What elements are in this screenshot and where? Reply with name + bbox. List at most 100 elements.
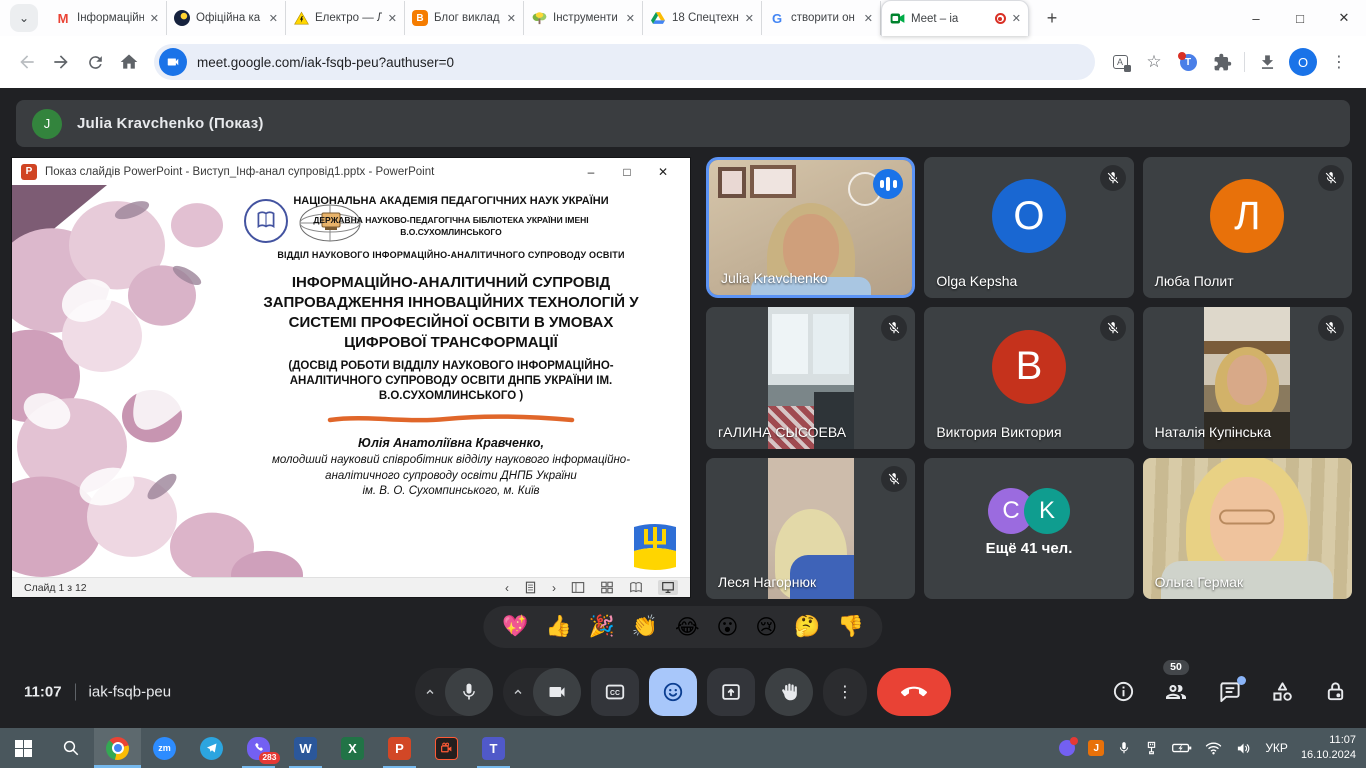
tray-wifi-icon[interactable] bbox=[1205, 741, 1222, 755]
participant-tile-natalia-kupinska[interactable]: Наталія Купінська bbox=[1143, 307, 1352, 448]
ppt-close-button[interactable]: ✕ bbox=[645, 165, 681, 179]
tab-search-button[interactable]: ⌄ bbox=[10, 4, 38, 32]
taskbar-excel-button[interactable]: X bbox=[329, 728, 376, 768]
tray-clock[interactable]: 11:07 16.10.2024 bbox=[1301, 733, 1356, 763]
participant-tile-viktoria[interactable]: В Виктория Виктория bbox=[924, 307, 1133, 448]
tab-close-icon[interactable]: ✕ bbox=[626, 12, 635, 25]
camera-split-button[interactable] bbox=[503, 668, 581, 716]
end-call-button[interactable] bbox=[877, 668, 951, 716]
tab-gmail[interactable]: M Інформаційн ✕ bbox=[48, 1, 167, 35]
slideshow-view-icon[interactable] bbox=[658, 580, 678, 595]
more-options-kebab-button[interactable]: ⋮ bbox=[823, 668, 867, 716]
bookmark-star-icon[interactable]: ☆ bbox=[1137, 45, 1171, 79]
notes-icon[interactable] bbox=[524, 581, 537, 594]
participant-tile-galina-sysoeva[interactable]: гАЛИНА СЫСОЕВА bbox=[706, 307, 915, 448]
reaction-thinking-button[interactable]: 🤔 bbox=[794, 615, 820, 639]
participant-tile-julia-kravchenko[interactable]: Julia Kravchenko bbox=[706, 157, 915, 298]
taskbar-viber-button[interactable]: 283 bbox=[235, 728, 282, 768]
camera-options-chevron-icon[interactable] bbox=[503, 668, 533, 716]
captions-button[interactable]: CC bbox=[591, 668, 639, 716]
translate-icon[interactable]: A bbox=[1103, 45, 1137, 79]
presentation-window[interactable]: P Показ слайдів PowerPoint - Виступ_Інф-… bbox=[12, 158, 690, 597]
overflow-participants-tile[interactable]: C K Ещё 41 чел. bbox=[924, 458, 1133, 599]
profile-avatar[interactable]: O bbox=[1289, 48, 1317, 76]
slide-sorter-view-icon[interactable] bbox=[600, 581, 614, 594]
tab-close-icon[interactable]: ✕ bbox=[507, 12, 516, 25]
reaction-party-button[interactable]: 🎉 bbox=[589, 615, 615, 639]
reading-view-icon[interactable] bbox=[629, 581, 643, 594]
people-button[interactable]: 50 bbox=[1163, 679, 1189, 705]
reaction-laugh-button[interactable]: 😂 bbox=[675, 615, 700, 640]
participant-tile-lyuba-polyt[interactable]: Л Люба Полит bbox=[1143, 157, 1352, 298]
taskbar-search-button[interactable] bbox=[47, 728, 94, 768]
reload-button[interactable] bbox=[78, 45, 112, 79]
mic-split-button[interactable] bbox=[415, 668, 493, 716]
next-slide-button[interactable]: › bbox=[552, 581, 556, 595]
taskbar-chrome-button[interactable] bbox=[94, 728, 141, 768]
camera-in-use-icon[interactable] bbox=[159, 48, 187, 76]
previous-slide-button[interactable]: ‹ bbox=[505, 581, 509, 595]
tab-close-icon[interactable]: ✕ bbox=[864, 12, 873, 25]
tab-spectech[interactable]: 18 Спецтехн ✕ bbox=[643, 1, 762, 35]
tray-microphone-icon[interactable] bbox=[1117, 740, 1131, 756]
tab-close-icon[interactable]: ✕ bbox=[1012, 12, 1021, 25]
tab-electro[interactable]: Електро — Л ✕ bbox=[286, 1, 405, 35]
participant-tile-lesia-nahorniuk[interactable]: Леся Нагорнюк bbox=[706, 458, 915, 599]
translator-extension-icon[interactable]: T bbox=[1171, 45, 1205, 79]
window-close-button[interactable]: ✕ bbox=[1322, 0, 1366, 36]
tab-meet-active[interactable]: Meet – ia ✕ bbox=[881, 0, 1029, 36]
reaction-clap-button[interactable]: 👏 bbox=[632, 615, 658, 639]
forward-button[interactable] bbox=[44, 45, 78, 79]
tab-blog[interactable]: B Блог виклад ✕ bbox=[405, 1, 524, 35]
tray-volume-icon[interactable] bbox=[1235, 741, 1252, 756]
reaction-surprised-button[interactable]: 😮 bbox=[717, 615, 739, 640]
back-button[interactable] bbox=[10, 45, 44, 79]
tray-language[interactable]: УКР bbox=[1265, 741, 1288, 755]
taskbar-video-editor-button[interactable] bbox=[423, 728, 470, 768]
taskbar-word-button[interactable]: W bbox=[282, 728, 329, 768]
taskbar-teams-button[interactable]: T bbox=[470, 728, 517, 768]
reaction-thumbs-down-button[interactable]: 👎 bbox=[837, 615, 863, 639]
window-maximize-button[interactable]: □ bbox=[1278, 0, 1322, 36]
reaction-heart-button[interactable]: 💖 bbox=[502, 615, 528, 639]
downloads-icon[interactable] bbox=[1250, 45, 1284, 79]
raise-hand-button[interactable] bbox=[765, 668, 813, 716]
tab-create[interactable]: G створити он ✕ bbox=[762, 1, 881, 35]
participant-tile-olga-hermak[interactable]: Ольга Гермак bbox=[1143, 458, 1352, 599]
extensions-puzzle-icon[interactable] bbox=[1205, 45, 1239, 79]
browser-menu-kebab[interactable]: ⋮ bbox=[1322, 45, 1356, 79]
ppt-maximize-button[interactable]: □ bbox=[609, 165, 645, 179]
tab-close-icon[interactable]: ✕ bbox=[745, 12, 754, 25]
meeting-details-button[interactable] bbox=[1110, 679, 1136, 705]
taskbar-telegram-button[interactable] bbox=[188, 728, 235, 768]
host-controls-button[interactable] bbox=[1322, 679, 1348, 705]
ppt-minimize-button[interactable]: – bbox=[573, 165, 609, 179]
tab-close-icon[interactable]: ✕ bbox=[269, 12, 278, 25]
normal-view-icon[interactable] bbox=[571, 581, 585, 594]
reaction-cry-button[interactable]: 😢 bbox=[755, 615, 777, 640]
tab-official[interactable]: Офіційна ка ✕ bbox=[167, 1, 286, 35]
reaction-thumbs-up-button[interactable]: 👍 bbox=[546, 615, 572, 639]
tray-viber-icon[interactable] bbox=[1059, 740, 1075, 756]
tray-java-icon[interactable]: J bbox=[1088, 740, 1104, 756]
taskbar-zoom-button[interactable]: zm bbox=[141, 728, 188, 768]
tray-battery-icon[interactable] bbox=[1172, 741, 1192, 755]
reactions-button-active[interactable] bbox=[649, 668, 697, 716]
url-bar[interactable]: meet.google.com/iak-fsqb-peu?authuser=0 bbox=[154, 44, 1095, 80]
mic-button[interactable] bbox=[445, 668, 493, 716]
tab-close-icon[interactable]: ✕ bbox=[150, 12, 159, 25]
activities-button[interactable] bbox=[1269, 679, 1295, 705]
tab-tools[interactable]: Інструменти ✕ bbox=[524, 1, 643, 35]
participant-tile-olga-kepsha[interactable]: O Olga Kepsha bbox=[924, 157, 1133, 298]
mic-options-chevron-icon[interactable] bbox=[415, 668, 445, 716]
present-screen-button[interactable] bbox=[707, 668, 755, 716]
tray-usb-icon[interactable] bbox=[1144, 740, 1159, 756]
home-button[interactable] bbox=[112, 45, 146, 79]
window-minimize-button[interactable]: – bbox=[1234, 0, 1278, 36]
tab-close-icon[interactable]: ✕ bbox=[388, 12, 397, 25]
chat-button[interactable] bbox=[1216, 679, 1242, 705]
camera-button[interactable] bbox=[533, 668, 581, 716]
taskbar-powerpoint-button[interactable]: P bbox=[376, 728, 423, 768]
new-tab-button[interactable]: + bbox=[1037, 3, 1067, 33]
start-button[interactable] bbox=[0, 728, 47, 768]
